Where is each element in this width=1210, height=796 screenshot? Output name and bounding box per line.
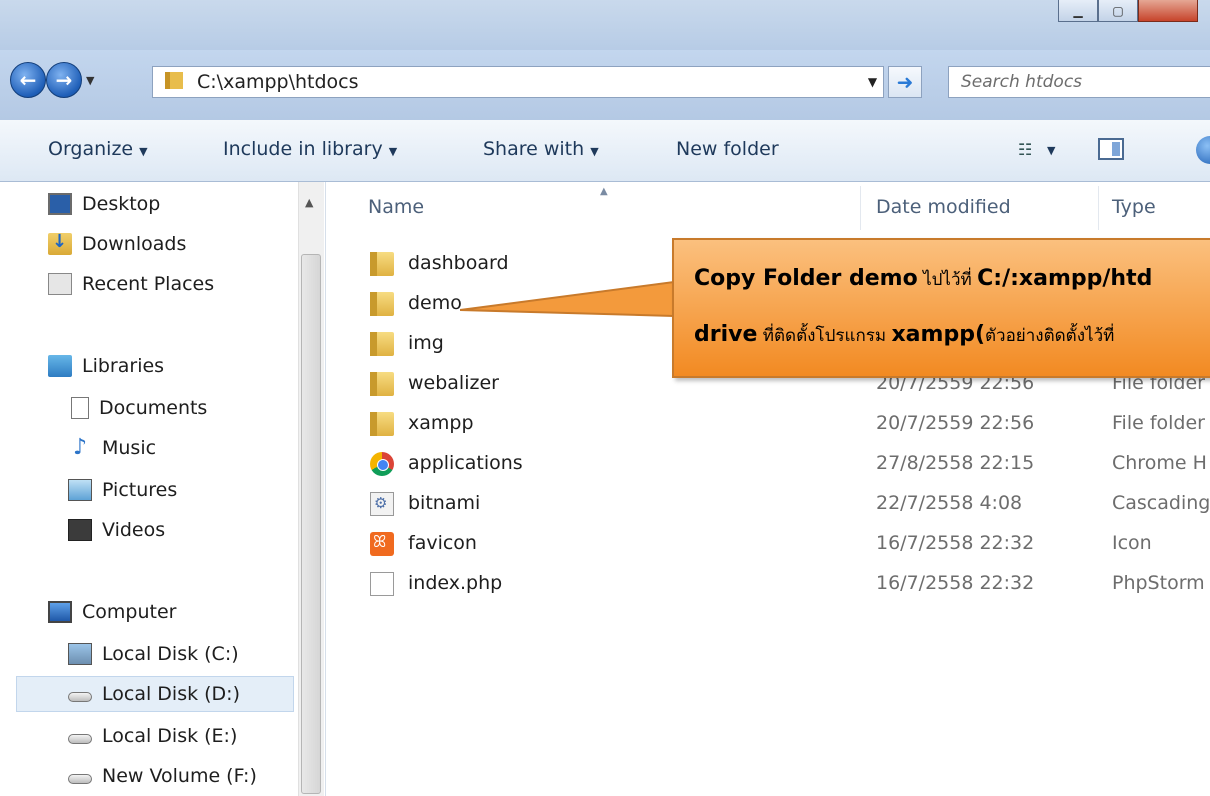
- column-header-date-modified[interactable]: Date modified: [876, 196, 1011, 218]
- file-row[interactable]: applications 27/8/2558 22:15 Chrome H: [326, 444, 1210, 484]
- preview-pane-icon[interactable]: [1098, 138, 1124, 160]
- folder-icon: [370, 412, 394, 436]
- back-button[interactable]: ←: [10, 62, 46, 98]
- nav-item-recent-places[interactable]: Recent Places: [48, 266, 214, 302]
- xampp-icon: [370, 532, 394, 556]
- callout-pointer: [460, 280, 674, 318]
- nav-item-music[interactable]: ♪ Music: [68, 430, 156, 466]
- nav-scrollbar[interactable]: ▲: [298, 182, 324, 796]
- nav-item-documents[interactable]: Documents: [68, 390, 207, 426]
- nav-item-downloads[interactable]: Downloads: [48, 226, 186, 262]
- sort-ascending-icon: ▲: [600, 186, 608, 197]
- file-row[interactable]: bitnami 22/7/2558 4:08 Cascading: [326, 484, 1210, 524]
- drive-icon: [68, 734, 92, 744]
- view-options-icon[interactable]: ☷: [1018, 140, 1032, 159]
- go-arrow-icon: ➜: [896, 70, 914, 94]
- chevron-down-icon: ▼: [139, 145, 148, 158]
- downloads-icon: [48, 231, 72, 255]
- css-file-icon: [370, 492, 394, 516]
- scroll-thumb[interactable]: [301, 254, 321, 794]
- minimize-button[interactable]: ▁: [1058, 0, 1098, 22]
- address-bar[interactable]: C:\xampp\htdocs: [152, 66, 874, 98]
- search-input[interactable]: Search htdocs: [948, 66, 1210, 98]
- nav-item-desktop[interactable]: Desktop: [48, 186, 160, 222]
- file-row[interactable]: xampp 20/7/2559 22:56 File folder: [326, 404, 1210, 444]
- libraries-icon: [48, 355, 72, 377]
- organize-button[interactable]: Organize ▼: [48, 138, 148, 160]
- nav-item-pictures[interactable]: Pictures: [68, 472, 177, 508]
- chrome-icon: [370, 452, 394, 476]
- computer-icon: [48, 601, 72, 623]
- scroll-up-icon[interactable]: ▲: [305, 196, 313, 209]
- folder-icon: [370, 332, 394, 356]
- column-divider[interactable]: [860, 186, 861, 230]
- folder-icon: [165, 70, 183, 94]
- recent-pages-dropdown[interactable]: ▼: [86, 74, 94, 87]
- column-divider[interactable]: [1098, 186, 1099, 230]
- annotation-callout: Copy Folder demo ไปไว้ที่ C:/:xampp/htd …: [672, 238, 1210, 378]
- folder-icon: [370, 252, 394, 276]
- go-button[interactable]: ➜: [888, 66, 922, 98]
- recent-places-icon: [48, 273, 72, 295]
- chevron-down-icon: ▼: [590, 145, 599, 158]
- nav-item-libraries[interactable]: Libraries: [48, 348, 164, 384]
- navigation-pane: Desktop Downloads Recent Places Librarie…: [0, 182, 326, 796]
- folder-icon: [370, 372, 394, 396]
- chevron-down-icon: ▼: [388, 145, 398, 158]
- file-row[interactable]: index.php 16/7/2558 22:32 PhpStorm: [326, 564, 1210, 604]
- videos-icon: [68, 519, 92, 541]
- help-icon[interactable]: [1196, 136, 1210, 164]
- callout-line-2: drive ที่ติดตั้งโปรแกรม xampp(ตัวอย่างติ…: [694, 322, 1115, 347]
- share-with-button[interactable]: Share with ▼: [483, 138, 599, 160]
- nav-item-computer[interactable]: Computer: [48, 594, 176, 630]
- system-drive-icon: [68, 643, 92, 665]
- folder-icon: [370, 292, 394, 316]
- address-path[interactable]: C:\xampp\htdocs: [197, 71, 359, 93]
- address-history-dropdown[interactable]: ▼: [862, 66, 884, 98]
- drive-icon: [68, 692, 92, 702]
- column-header-name[interactable]: Name: [368, 196, 424, 218]
- callout-line-1: Copy Folder demo ไปไว้ที่ C:/:xampp/htd: [694, 266, 1153, 291]
- new-folder-button[interactable]: New folder: [676, 138, 779, 160]
- command-bar: Organize ▼ Include in library ▼ Share with…: [0, 120, 1210, 182]
- close-button[interactable]: [1138, 0, 1198, 22]
- desktop-icon: [48, 193, 72, 215]
- forward-arrow-icon: →: [55, 68, 73, 92]
- nav-item-local-disk-d[interactable]: Local Disk (D:): [16, 676, 294, 712]
- file-icon: [370, 572, 394, 596]
- include-in-library-button[interactable]: Include in library ▼: [223, 138, 397, 160]
- nav-item-local-disk-c[interactable]: Local Disk (C:): [68, 636, 239, 672]
- file-row[interactable]: favicon 16/7/2558 22:32 Icon: [326, 524, 1210, 564]
- forward-button[interactable]: →: [46, 62, 82, 98]
- window-controls: ▁ ▢: [1058, 0, 1198, 24]
- column-header-type[interactable]: Type: [1112, 196, 1156, 218]
- address-row: ← → ▼ C:\xampp\htdocs ▼ ➜ Search htdocs: [0, 50, 1210, 120]
- maximize-button[interactable]: ▢: [1098, 0, 1138, 22]
- pictures-icon: [68, 479, 92, 501]
- drive-icon: [68, 774, 92, 784]
- nav-item-new-volume-f[interactable]: New Volume (F:): [68, 758, 257, 794]
- nav-item-local-disk-e[interactable]: Local Disk (E:): [68, 718, 237, 754]
- nav-item-videos[interactable]: Videos: [68, 512, 165, 548]
- music-icon: ♪: [72, 435, 88, 460]
- chevron-down-icon[interactable]: ▼: [1047, 144, 1055, 157]
- back-arrow-icon: ←: [19, 68, 37, 92]
- title-bar: ▁ ▢: [0, 0, 1210, 50]
- documents-icon: [71, 397, 89, 419]
